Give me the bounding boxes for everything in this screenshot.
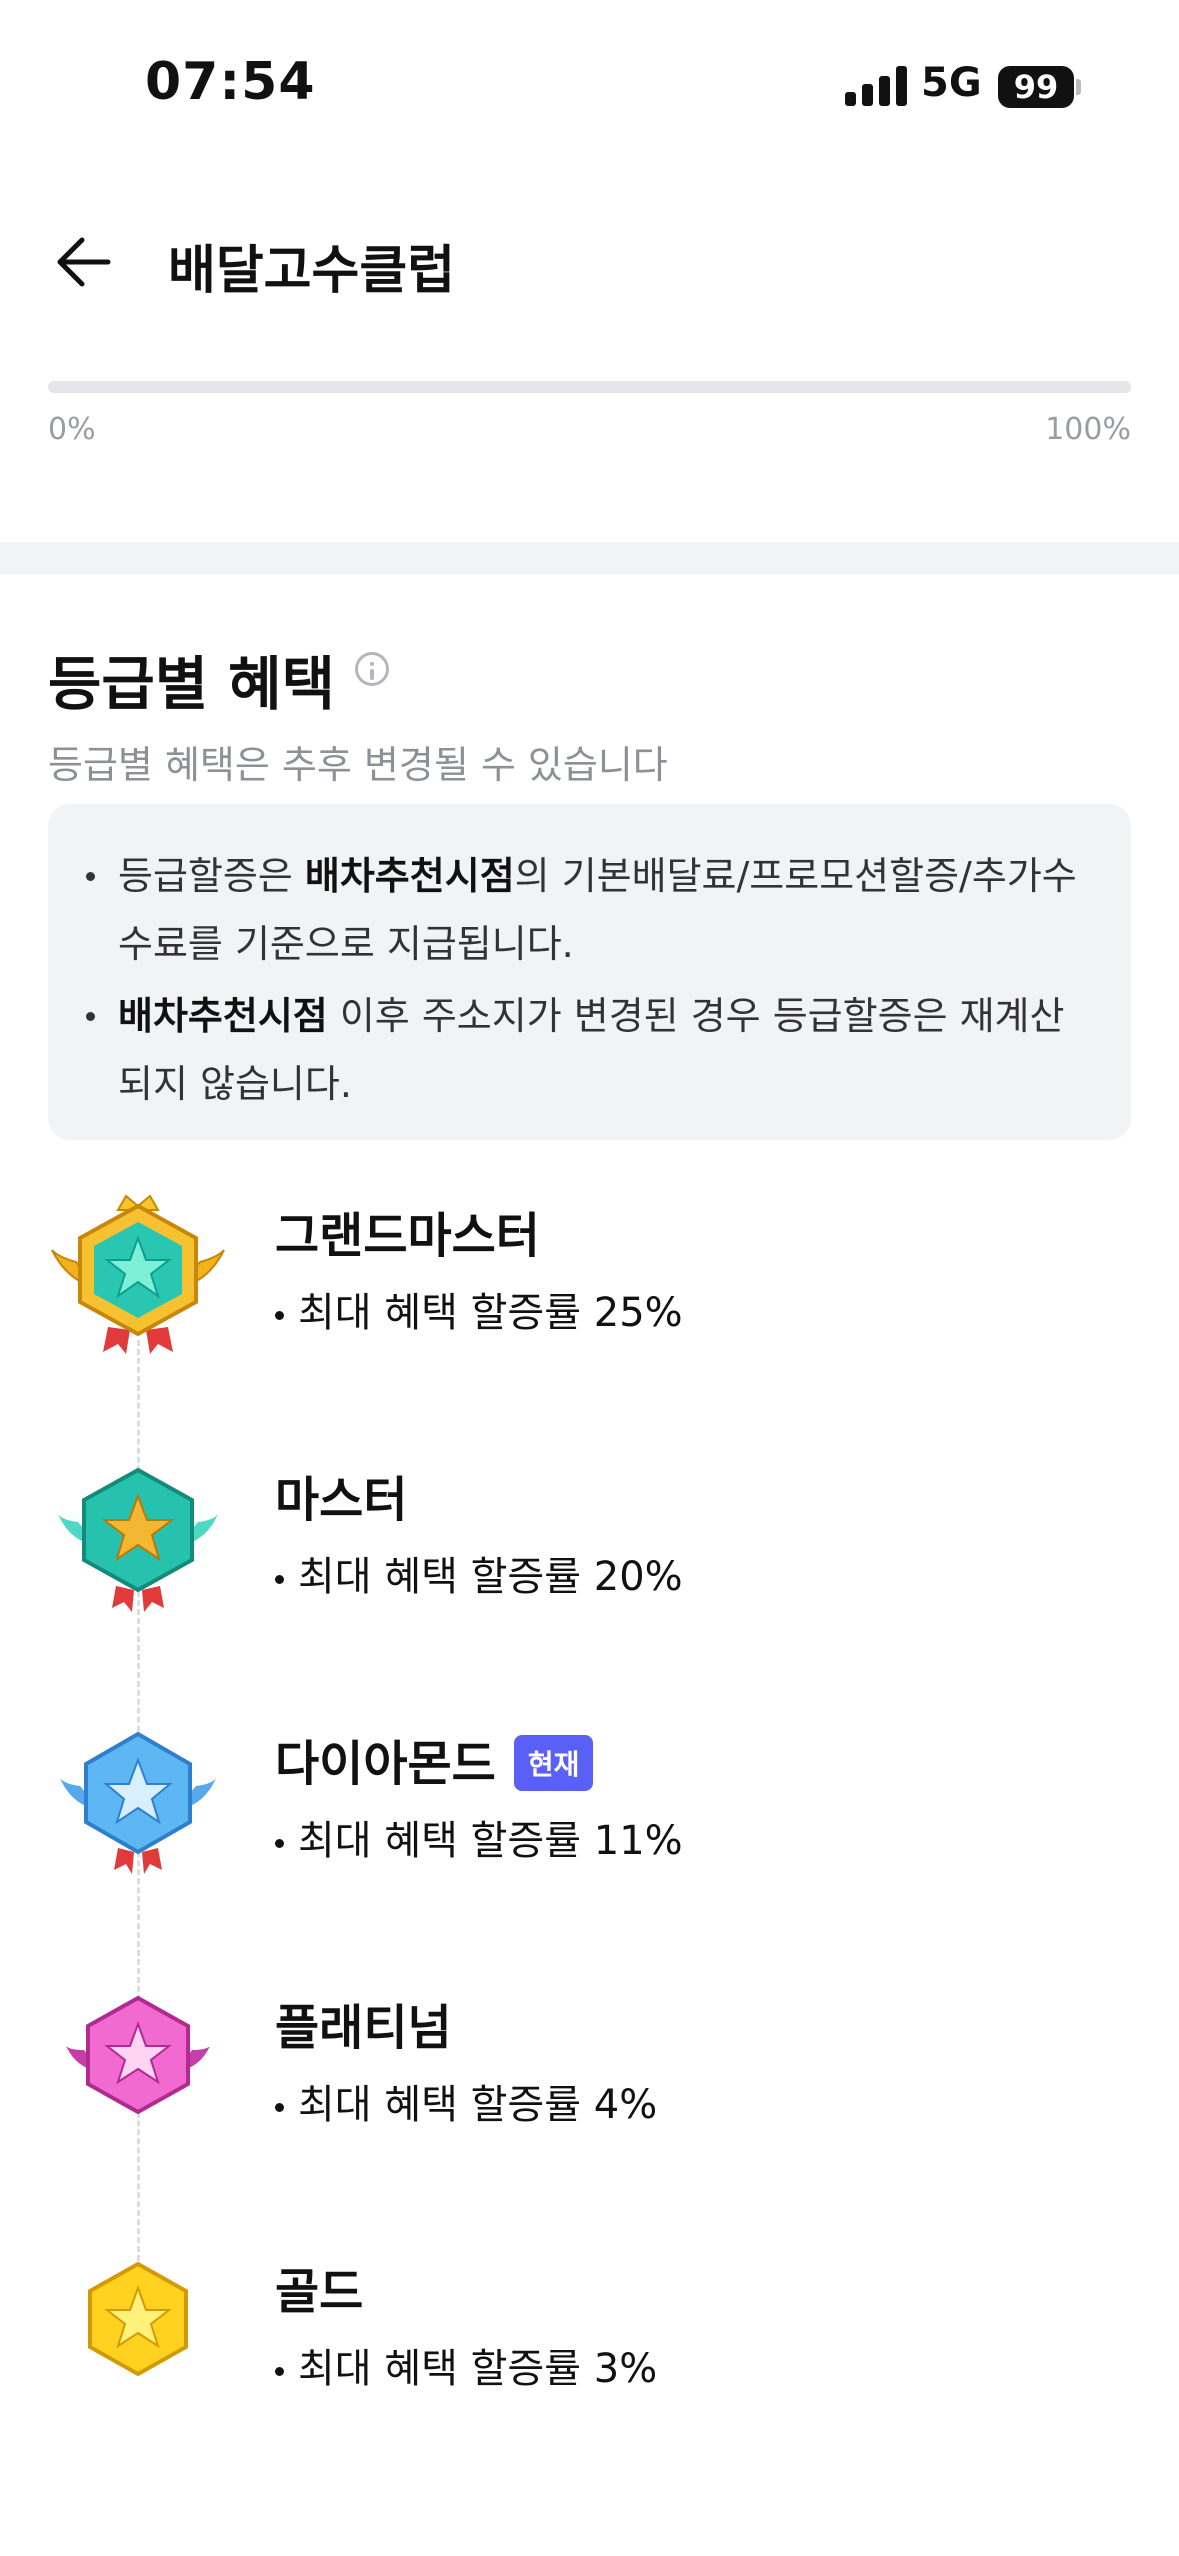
tier-name: 다이아몬드 현재 (275, 1724, 594, 1795)
progress-max-label: 100% (1045, 412, 1131, 447)
current-tier-badge: 현재 (513, 1735, 594, 1791)
grandmaster-badge-icon (51, 1194, 225, 1354)
battery-icon: 99 (998, 66, 1074, 108)
platinum-badge-icon (66, 1995, 210, 2115)
page-title: 배달고수클럽 (168, 241, 456, 301)
tier-benefit: 최대 혜택 할증률 4% (275, 2072, 657, 2130)
tier-benefit: 최대 혜택 할증률 11% (275, 1808, 683, 1866)
section-divider (0, 542, 1179, 574)
diamond-badge-icon (60, 1731, 216, 1874)
tier-benefit: 최대 혜택 할증률 20% (275, 1544, 683, 1602)
tier-row-diamond: 다이아몬드 현재 최대 혜택 할증률 11% (0, 1720, 1179, 1920)
tier-benefit-text: 최대 혜택 할증률 3% (298, 2346, 658, 2392)
bullet-dot (275, 1310, 284, 1320)
back-arrow-icon[interactable] (52, 230, 116, 294)
tier-benefit-text: 최대 혜택 할증률 4% (298, 2082, 658, 2128)
network-type: 5G (921, 60, 982, 106)
info-icon[interactable] (355, 652, 389, 686)
tier-benefit: 최대 혜택 할증률 3% (275, 2336, 657, 2394)
tier-row-master: 마스터 최대 혜택 할증률 20% (0, 1456, 1179, 1656)
bullet-dot (275, 2102, 284, 2112)
tier-name: 플래티넘 (275, 2000, 452, 2056)
bullet-dot (86, 1012, 95, 1021)
notice-text: 등급할증은 (118, 854, 305, 898)
gold-badge-icon (88, 2261, 188, 2377)
bullet-dot (275, 2366, 284, 2376)
progress-min-label: 0% (48, 412, 96, 447)
section-title: 등급별 혜택 (48, 650, 335, 718)
tier-row-gold: 골드 최대 혜택 할증률 3% (0, 2248, 1179, 2448)
tier-name: 마스터 (275, 1472, 408, 1528)
status-bar: 07:54 5G 99 (0, 0, 1179, 170)
tier-row-grandmaster: 그랜드마스터 최대 혜택 할증률 25% (0, 1192, 1179, 1392)
bullet-dot (86, 872, 95, 881)
battery-tip (1076, 79, 1081, 95)
header: 배달고수클럽 (0, 200, 1179, 320)
tier-benefit-text: 최대 혜택 할증률 20% (298, 1554, 683, 1600)
tier-benefit-text: 최대 혜택 할증률 25% (298, 1290, 683, 1336)
tier-name: 골드 (275, 2264, 364, 2320)
notice-box: 등급할증은 배차추천시점의 기본배달료/프로모션할증/추가수수료를 기준으로 지… (48, 804, 1131, 1140)
notice-bold: 배차추천시점 (304, 854, 515, 898)
notice-item: 배차추천시점 이후 주소지가 변경된 경우 등급할증은 재계산되지 않습니다. (80, 982, 1099, 1118)
tier-name: 그랜드마스터 (275, 1208, 540, 1264)
master-badge-icon (58, 1467, 218, 1612)
tier-benefit: 최대 혜택 할증률 25% (275, 1280, 683, 1338)
tier-row-platinum: 플래티넘 최대 혜택 할증률 4% (0, 1984, 1179, 2184)
tier-name-text: 다이아몬드 (275, 1736, 496, 1792)
status-time: 07:54 (145, 52, 316, 112)
notice-bold: 배차추천시점 (118, 994, 328, 1038)
bullet-dot (275, 1838, 284, 1848)
signal-icon (845, 66, 907, 106)
progress-bar (48, 381, 1131, 393)
section-subtitle: 등급별 혜택은 추후 변경될 수 있습니다 (48, 743, 668, 787)
tier-benefit-text: 최대 혜택 할증률 11% (298, 1818, 683, 1864)
bullet-dot (275, 1574, 284, 1584)
notice-item: 등급할증은 배차추천시점의 기본배달료/프로모션할증/추가수수료를 기준으로 지… (80, 842, 1099, 978)
